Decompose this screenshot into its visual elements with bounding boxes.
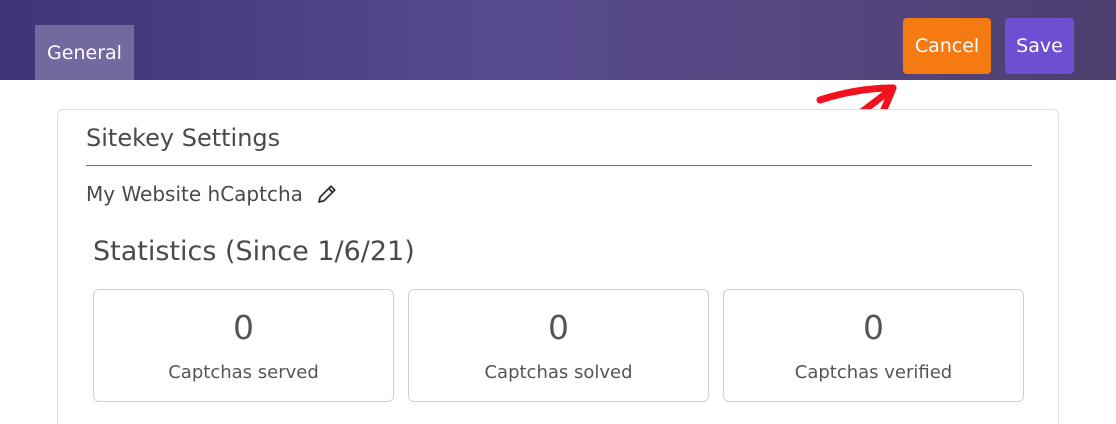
stat-value: 0 — [548, 308, 569, 347]
card-title: Sitekey Settings — [86, 124, 281, 152]
header-bar: General Cancel Save — [0, 0, 1116, 80]
site-name: My Website hCaptcha — [86, 182, 303, 206]
tab-general[interactable]: General — [35, 25, 134, 80]
stat-value: 0 — [233, 308, 254, 347]
stat-captchas-served: 0 Captchas served — [93, 289, 394, 402]
save-button[interactable]: Save — [1005, 18, 1074, 74]
title-divider — [86, 165, 1032, 166]
stat-value: 0 — [863, 308, 884, 347]
statistics-title: Statistics (Since 1/6/21) — [93, 236, 415, 267]
cancel-button[interactable]: Cancel — [903, 18, 991, 74]
site-name-row: My Website hCaptcha — [86, 182, 339, 206]
stat-label: Captchas verified — [794, 362, 953, 383]
stat-captchas-verified: 0 Captchas verified — [723, 289, 1024, 402]
stat-label: Captchas served — [168, 362, 319, 383]
stat-captchas-solved: 0 Captchas solved — [408, 289, 709, 402]
stat-label: Captchas solved — [484, 362, 633, 383]
pencil-icon[interactable] — [315, 182, 339, 206]
sitekey-settings-card: Sitekey Settings My Website hCaptcha Sta… — [57, 109, 1059, 424]
